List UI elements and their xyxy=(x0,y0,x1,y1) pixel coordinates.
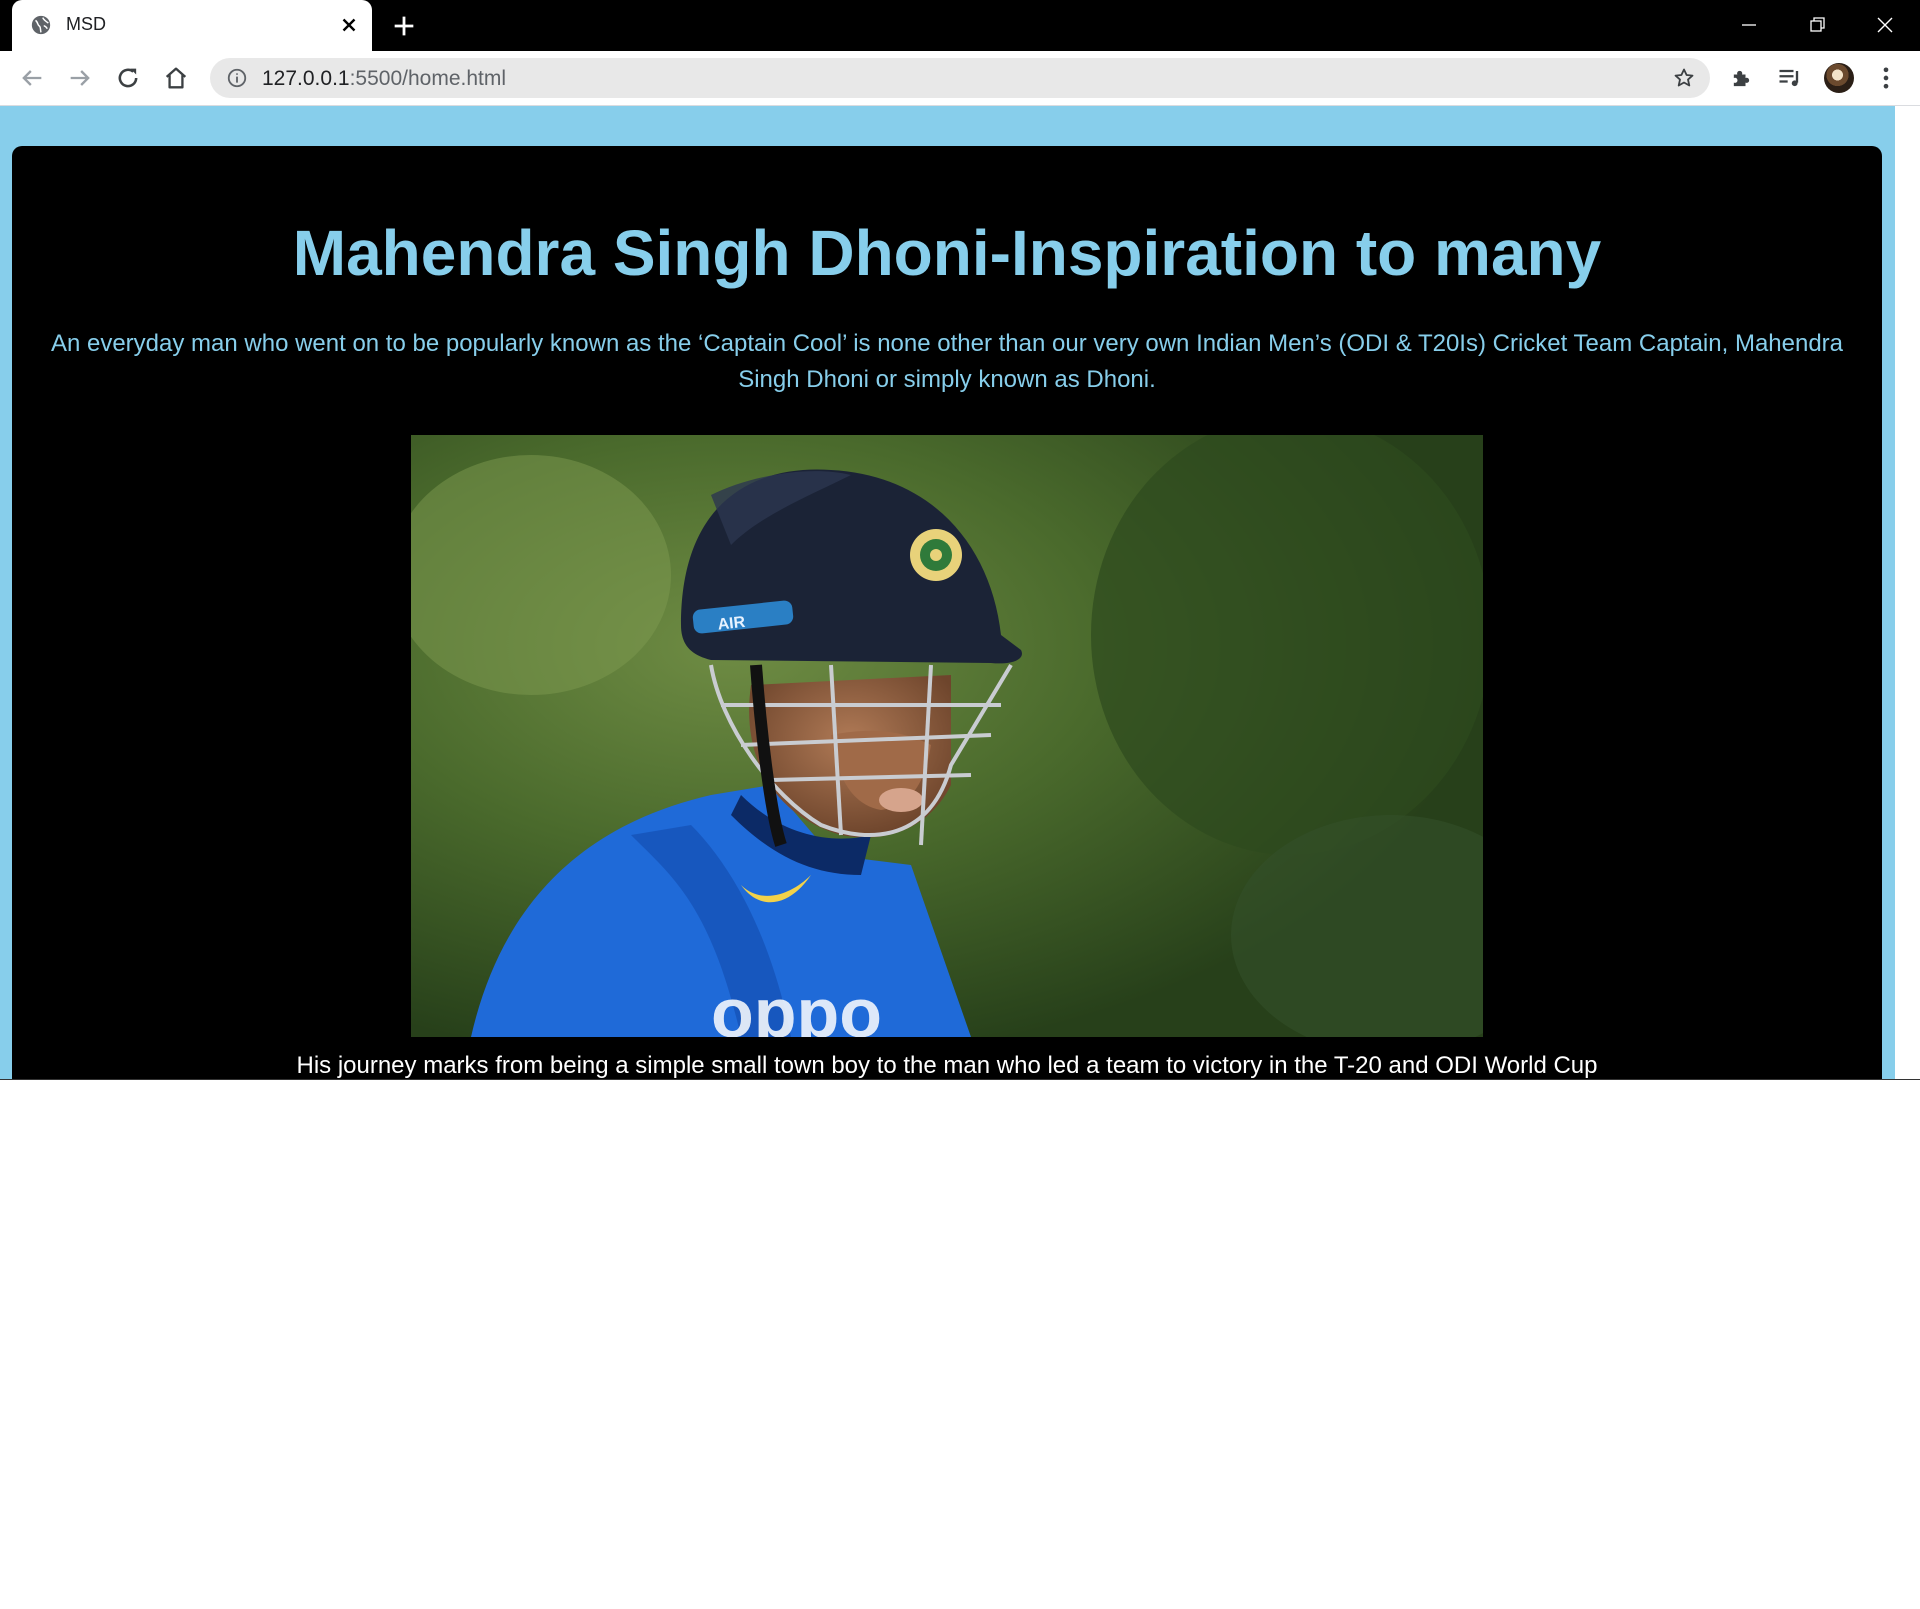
page-scrollbar[interactable] xyxy=(1895,106,1920,1079)
page-viewport: Mahendra Singh Dhoni-Inspiration to many… xyxy=(0,106,1920,1079)
kebab-menu-icon[interactable] xyxy=(1872,64,1900,92)
address-bar[interactable]: 127.0.0.1:5500/home.html xyxy=(210,58,1710,98)
minimize-icon[interactable] xyxy=(1734,10,1764,40)
blank-area xyxy=(0,1079,1920,1609)
url-path: :5500/home.html xyxy=(349,67,507,90)
info-icon[interactable] xyxy=(226,67,248,89)
dhoni-photo: AIR oppo xyxy=(411,435,1483,1037)
helmet-text: AIR xyxy=(717,614,747,634)
extensions-icon[interactable] xyxy=(1728,64,1756,92)
back-arrow-icon[interactable] xyxy=(18,64,46,92)
photo-illustration: AIR oppo xyxy=(411,435,1483,1037)
star-icon[interactable] xyxy=(1672,66,1696,90)
content-card: Mahendra Singh Dhoni-Inspiration to many… xyxy=(12,146,1882,1079)
intro-paragraph: An everyday man who went on to be popula… xyxy=(50,330,1844,393)
browser-titlebar: MSD xyxy=(0,0,1920,51)
plus-icon[interactable] xyxy=(390,12,418,40)
restore-icon[interactable] xyxy=(1802,10,1832,40)
window-close-icon[interactable] xyxy=(1870,10,1900,40)
browser-toolbar: 127.0.0.1:5500/home.html xyxy=(0,51,1920,106)
browser-tab[interactable]: MSD xyxy=(12,0,372,51)
close-icon[interactable] xyxy=(338,14,360,36)
page-heading: Mahendra Singh Dhoni-Inspiration to many xyxy=(292,217,1602,289)
shirt-logo: oppo xyxy=(711,974,882,1037)
profile-avatar[interactable] xyxy=(1824,63,1854,93)
media-icon[interactable] xyxy=(1776,64,1804,92)
reload-icon[interactable] xyxy=(114,64,142,92)
globe-icon xyxy=(31,15,51,35)
tab-title: MSD xyxy=(66,14,106,34)
forward-arrow-icon[interactable] xyxy=(66,64,94,92)
journey-paragraph: His journey marks from being a simple sm… xyxy=(296,1052,1598,1079)
home-icon[interactable] xyxy=(162,64,190,92)
url-host: 127.0.0.1 xyxy=(262,67,350,90)
url-text[interactable]: 127.0.0.1:5500/home.html xyxy=(262,67,506,91)
